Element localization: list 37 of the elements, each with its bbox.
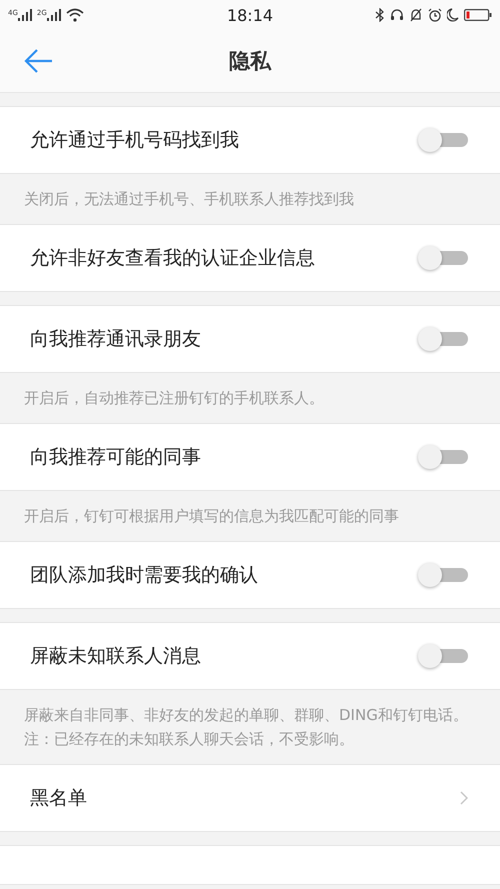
settings-row[interactable]: 允许通过手机号码找到我 — [0, 106, 500, 174]
toggle-switch[interactable] — [418, 128, 468, 152]
toggle-switch[interactable] — [418, 563, 468, 587]
signal-icon — [18, 9, 32, 21]
alarm-icon — [428, 8, 442, 22]
settings-row[interactable]: 黑名单 — [0, 764, 500, 832]
battery-icon — [464, 9, 492, 21]
setting-label: 屏蔽未知联系人消息 — [30, 644, 201, 669]
setting-label: 黑名单 — [30, 786, 87, 811]
settings-row[interactable]: 团队添加我时需要我的确认 — [0, 541, 500, 609]
settings-row[interactable]: 向我推荐可能的同事 — [0, 423, 500, 491]
headset-icon — [390, 8, 404, 22]
back-arrow-icon[interactable] — [24, 48, 54, 74]
chevron-icon — [460, 791, 468, 805]
setting-label: 团队添加我时需要我的确认 — [30, 563, 258, 588]
toggle-switch[interactable] — [418, 445, 468, 469]
settings-row[interactable]: 向我推荐通讯录朋友 — [0, 305, 500, 373]
wifi-icon — [66, 8, 84, 22]
setting-label: 允许通过手机号码找到我 — [30, 128, 239, 153]
toggle-switch[interactable] — [418, 644, 468, 668]
settings-row[interactable]: 屏蔽未知联系人消息 — [0, 622, 500, 690]
setting-description: 屏蔽来自非同事、非好友的发起的单聊、群聊、DING和钉钉电话。注：已经存在的未知联系人聊天会话，不受影响。 — [23, 705, 469, 750]
signal-icon — [46, 9, 61, 21]
toggle-switch[interactable] — [418, 246, 468, 270]
setting-label: 向我推荐通讯录朋友 — [30, 327, 201, 352]
page-title: 隐私 — [229, 48, 271, 75]
setting-label: 允许非好友查看我的认证企业信息 — [30, 246, 315, 271]
bluetooth-icon — [374, 8, 385, 22]
setting-description: 关闭后，无法通过手机号、手机联系人推荐找到我 — [23, 189, 355, 210]
toggle-switch[interactable] — [418, 327, 468, 351]
bell-muted-icon — [408, 8, 423, 22]
status-time: 18:14 — [226, 6, 274, 24]
setting-description: 开启后，自动推荐已注册钉钉的手机联系人。 — [23, 388, 325, 409]
settings-row[interactable]: 允许非好友查看我的认证企业信息 — [0, 224, 500, 292]
setting-label: 向我推荐可能的同事 — [30, 445, 201, 470]
setting-description: 开启后，钉钉可根据用户填写的信息为我匹配可能的同事 — [23, 506, 400, 527]
moon-icon — [446, 8, 459, 22]
